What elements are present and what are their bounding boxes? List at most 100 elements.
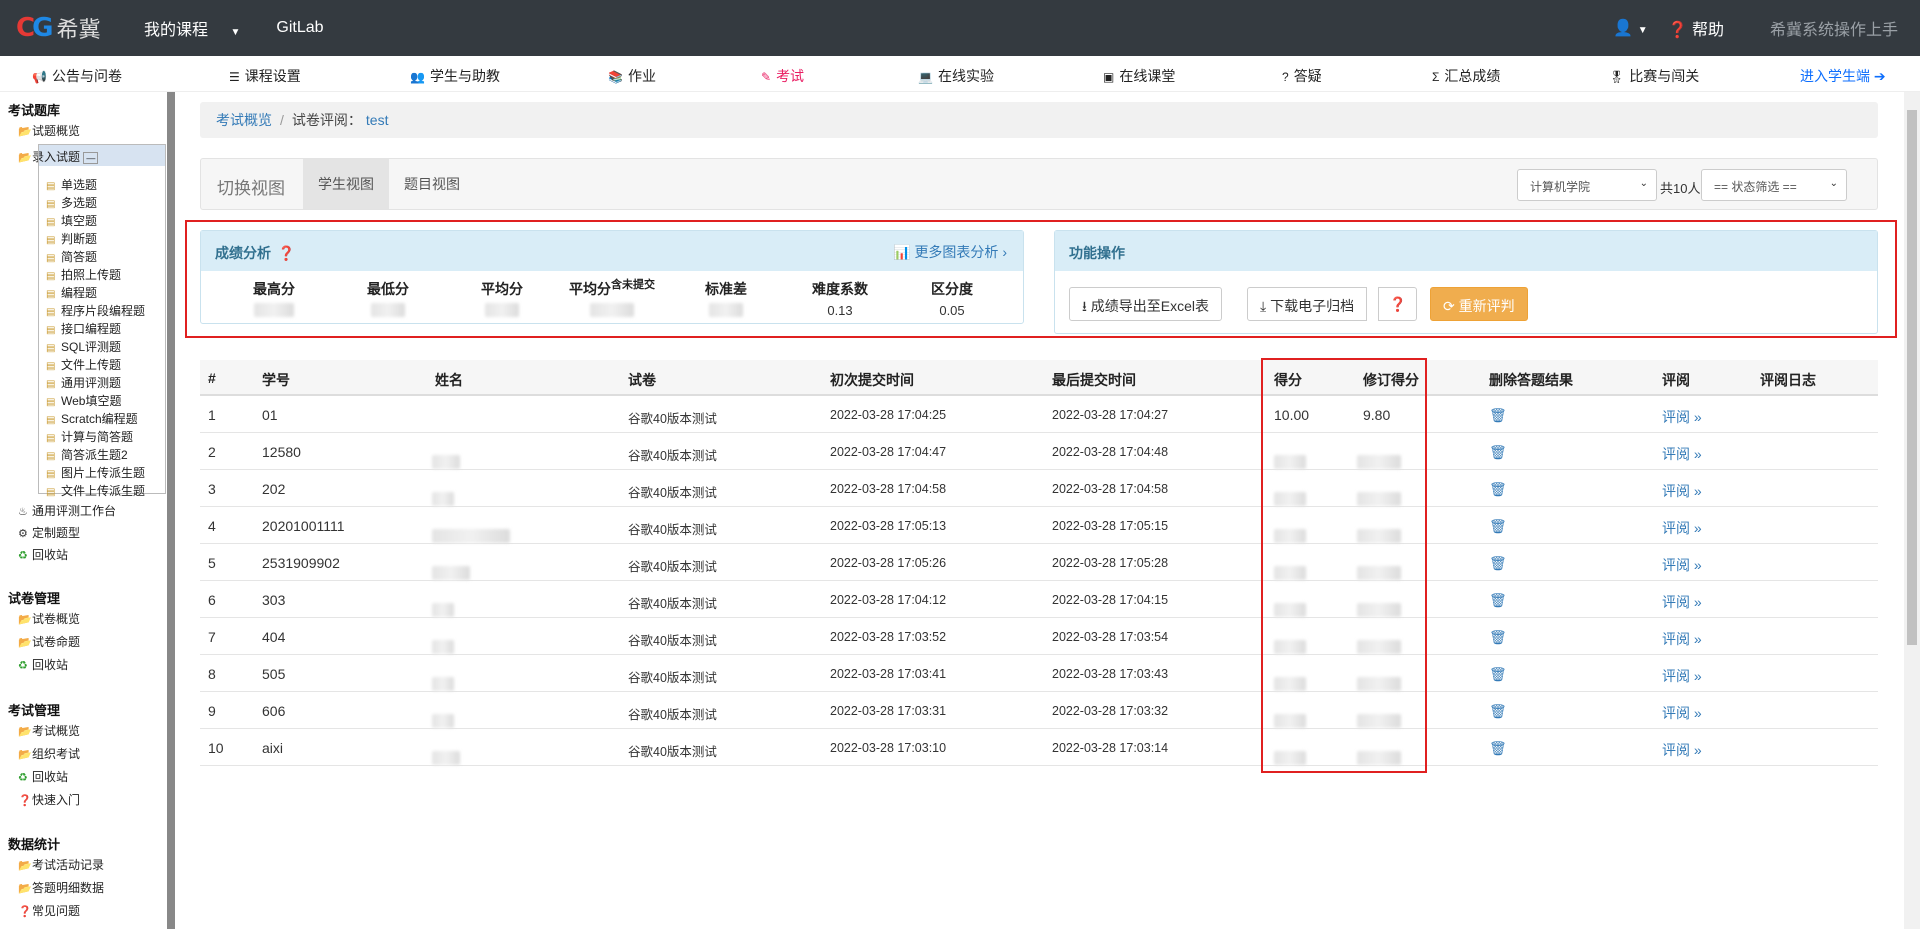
review-link[interactable]: 评阅 » xyxy=(1662,666,1702,686)
top-navbar: CG 希冀 我的课程 ▼ GitLab 👤 ▼ ❓ 帮助 希冀系统操作上手 xyxy=(0,0,1920,56)
review-link[interactable]: 评阅 » xyxy=(1662,407,1702,427)
trash-icon[interactable]: 🗑 xyxy=(1489,703,1507,720)
help-link[interactable]: ❓ 帮助 xyxy=(1668,16,1724,40)
sidebar-item-faq[interactable]: ❓常见问题 xyxy=(18,902,80,919)
review-link[interactable]: 评阅 » xyxy=(1662,703,1702,723)
trash-icon[interactable]: 🗑 xyxy=(1489,555,1507,572)
trash-icon[interactable]: 🗑 xyxy=(1489,481,1507,498)
sidebar-item-recycle-papers[interactable]: ♻ 回收站 xyxy=(18,656,68,673)
review-link[interactable]: 评阅 » xyxy=(1662,518,1702,538)
sidebar-item-answer-details[interactable]: 📂答题明细数据 xyxy=(18,879,104,896)
nav-qa[interactable]: ? 答疑 xyxy=(1282,66,1322,86)
export-excel-button[interactable]: ⭳ 成绩导出至Excel表 xyxy=(1069,287,1223,321)
sidebar-question-type[interactable]: ▤ 多选题 xyxy=(46,194,97,211)
sidebar-item-organize-exam[interactable]: 📂组织考试 xyxy=(18,745,80,762)
nav-homework[interactable]: 📚 作业 xyxy=(608,66,656,86)
sidebar-question-type[interactable]: ▤ 拍照上传题 xyxy=(46,266,121,283)
trash-icon[interactable]: 🗑 xyxy=(1489,666,1507,683)
sidebar-item-recycle-bank[interactable]: ♻ 回收站 xyxy=(18,546,68,563)
nav-exam[interactable]: ✎ 考试 xyxy=(761,66,804,86)
sidebar-item-workbench[interactable]: ♨ 通用评测工作台 xyxy=(18,502,116,519)
sidebar-item-label: 拍照上传题 xyxy=(61,268,122,282)
cell-last-submit: 2022-03-28 17:05:28 xyxy=(1052,556,1169,570)
nav-contest[interactable]: 🎖 比赛与闯关 xyxy=(1609,66,1699,86)
sidebar-item-bank-overview[interactable]: 📂试题概览 xyxy=(18,122,80,139)
sidebar-question-type[interactable]: ▤ 单选题 xyxy=(46,176,97,193)
review-link[interactable]: 评阅 » xyxy=(1662,481,1702,501)
sidebar-item-quick-start[interactable]: ❓快速入门 xyxy=(18,791,80,808)
sidebar-item-activity-log[interactable]: 📂考试活动记录 xyxy=(18,856,104,873)
cell-last-submit: 2022-03-28 17:04:58 xyxy=(1052,482,1169,496)
nav-label: 汇总成绩 xyxy=(1444,68,1501,84)
student-entry-link[interactable]: 进入学生端 ➔ xyxy=(1800,66,1886,86)
trash-icon[interactable]: 🗑 xyxy=(1489,407,1507,424)
sidebar-question-type[interactable]: ▤ 接口编程题 xyxy=(46,320,121,337)
my-courses-label: 我的课程 xyxy=(144,22,209,39)
sidebar-question-type[interactable]: ▤ 文件上传派生题 xyxy=(46,482,145,499)
sidebar-question-type[interactable]: ▤ 文件上传题 xyxy=(46,356,121,373)
tab-student-view[interactable]: 学生视图 xyxy=(303,159,389,209)
sidebar-item-recycle-exams[interactable]: ♻ 回收站 xyxy=(18,768,68,785)
course-nav: 📢 公告与问卷 ☰ 课程设置 👥 学生与助教 📚 作业 ✎ 考试 💻 在线实验 ▣ 在线课堂 … xyxy=(0,56,1920,92)
sidebar-item-label: 判断题 xyxy=(61,232,98,246)
page-scrollbar[interactable] xyxy=(1904,92,1920,929)
sidebar-question-type[interactable]: ▤ 程序片段编程题 xyxy=(46,302,145,319)
stat-avg-incl: 平均分含未提交 xyxy=(557,279,667,320)
trash-icon[interactable]: 🗑 xyxy=(1489,444,1507,461)
trash-icon[interactable]: 🗑 xyxy=(1489,740,1507,757)
my-courses-menu[interactable]: 我的课程 ▼ xyxy=(144,16,258,40)
trash-icon[interactable]: 🗑 xyxy=(1489,518,1507,535)
sidebar-question-type[interactable]: ▤ 简答派生题2 xyxy=(46,446,128,463)
tab-question-view[interactable]: 题目视图 xyxy=(389,159,475,209)
more-charts-link[interactable]: 📊 更多图表分析 › xyxy=(893,242,1007,262)
guide-link[interactable]: 希冀系统操作上手 xyxy=(1770,16,1898,40)
nav-announcements[interactable]: 📢 公告与问卷 xyxy=(32,66,122,86)
scrollbar-thumb[interactable] xyxy=(1907,110,1917,645)
sidebar-item-custom-types[interactable]: ⚙ 定制题型 xyxy=(18,524,80,541)
sidebar-item-exam-overview[interactable]: 📂考试概览 xyxy=(18,722,80,739)
sidebar-question-type[interactable]: ▤ SQL评测题 xyxy=(46,338,121,355)
nav-course-settings[interactable]: ☰ 课程设置 xyxy=(229,66,301,86)
college-select[interactable]: 计算机学院 ⌄ xyxy=(1517,169,1657,201)
sidebar-question-type[interactable]: ▤ 图片上传派生题 xyxy=(46,464,145,481)
trash-icon[interactable]: 🗑 xyxy=(1489,629,1507,646)
cell-first-submit: 2022-03-28 17:03:41 xyxy=(830,667,947,681)
sidebar-question-type[interactable]: ▤ 计算与简答题 xyxy=(46,428,133,445)
sidebar-question-type[interactable]: ▤ Scratch编程题 xyxy=(46,410,138,427)
gitlab-link[interactable]: GitLab xyxy=(276,19,323,37)
sidebar-question-type[interactable]: ▤ 简答题 xyxy=(46,248,97,265)
rejudge-label: 重新评判 xyxy=(1458,298,1515,314)
rejudge-button[interactable]: ⟳ 重新评判 xyxy=(1430,287,1528,321)
user-menu[interactable]: 👤 ▼ xyxy=(1613,18,1647,38)
nav-summary[interactable]: Σ 汇总成绩 xyxy=(1432,66,1500,86)
download-archive-button[interactable]: ⤓ 下载电子归档 xyxy=(1247,287,1368,321)
question-circle-icon[interactable]: ❓ xyxy=(278,245,295,261)
nav-students[interactable]: 👥 学生与助教 xyxy=(410,66,500,86)
logo[interactable]: CG 希冀 xyxy=(16,12,116,44)
sidebar-question-type[interactable]: ▤ 判断题 xyxy=(46,230,97,247)
nav-label: 在线课堂 xyxy=(1119,68,1176,84)
sidebar-question-type[interactable]: ▤ Web填空题 xyxy=(46,392,121,409)
sidebar-question-type[interactable]: ▤ 填空题 xyxy=(46,212,97,229)
sidebar-item-label: 通用评测题 xyxy=(61,376,122,390)
review-link[interactable]: 评阅 » xyxy=(1662,629,1702,649)
nav-online-class[interactable]: ▣ 在线课堂 xyxy=(1103,66,1175,86)
review-link[interactable]: 评阅 » xyxy=(1662,555,1702,575)
arrow-circle-right-icon: ➔ xyxy=(1873,68,1886,84)
trash-icon[interactable]: 🗑 xyxy=(1489,592,1507,609)
breadcrumb-exam-overview[interactable]: 考试概览 xyxy=(216,110,272,130)
sidebar-question-type[interactable]: ▤ 通用评测题 xyxy=(46,374,121,391)
breadcrumb: 考试概览 / 试卷评阅： test xyxy=(200,102,1878,138)
archive-help-button[interactable]: ❓ xyxy=(1378,287,1418,321)
sidebar-item-paper-overview[interactable]: 📂试卷概览 xyxy=(18,610,80,627)
review-link[interactable]: 评阅 » xyxy=(1662,592,1702,612)
status-filter-select[interactable]: == 状态筛选 == ⌄ xyxy=(1701,169,1847,201)
table-row: 2 12580 谷歌40版本测试 2022-03-28 17:04:47 2022-03… xyxy=(200,433,1878,470)
sidebar-question-type[interactable]: ▤ 编程题 xyxy=(46,284,97,301)
review-link[interactable]: 评阅 » xyxy=(1662,444,1702,464)
sidebar-item-label: Scratch编程题 xyxy=(61,412,138,426)
review-link[interactable]: 评阅 » xyxy=(1662,740,1702,760)
sidebar-item-paper-compose[interactable]: 📂试卷命题 xyxy=(18,633,80,650)
sidebar-scrollbar[interactable] xyxy=(167,92,175,929)
nav-online-lab[interactable]: 💻 在线实验 xyxy=(918,66,994,86)
